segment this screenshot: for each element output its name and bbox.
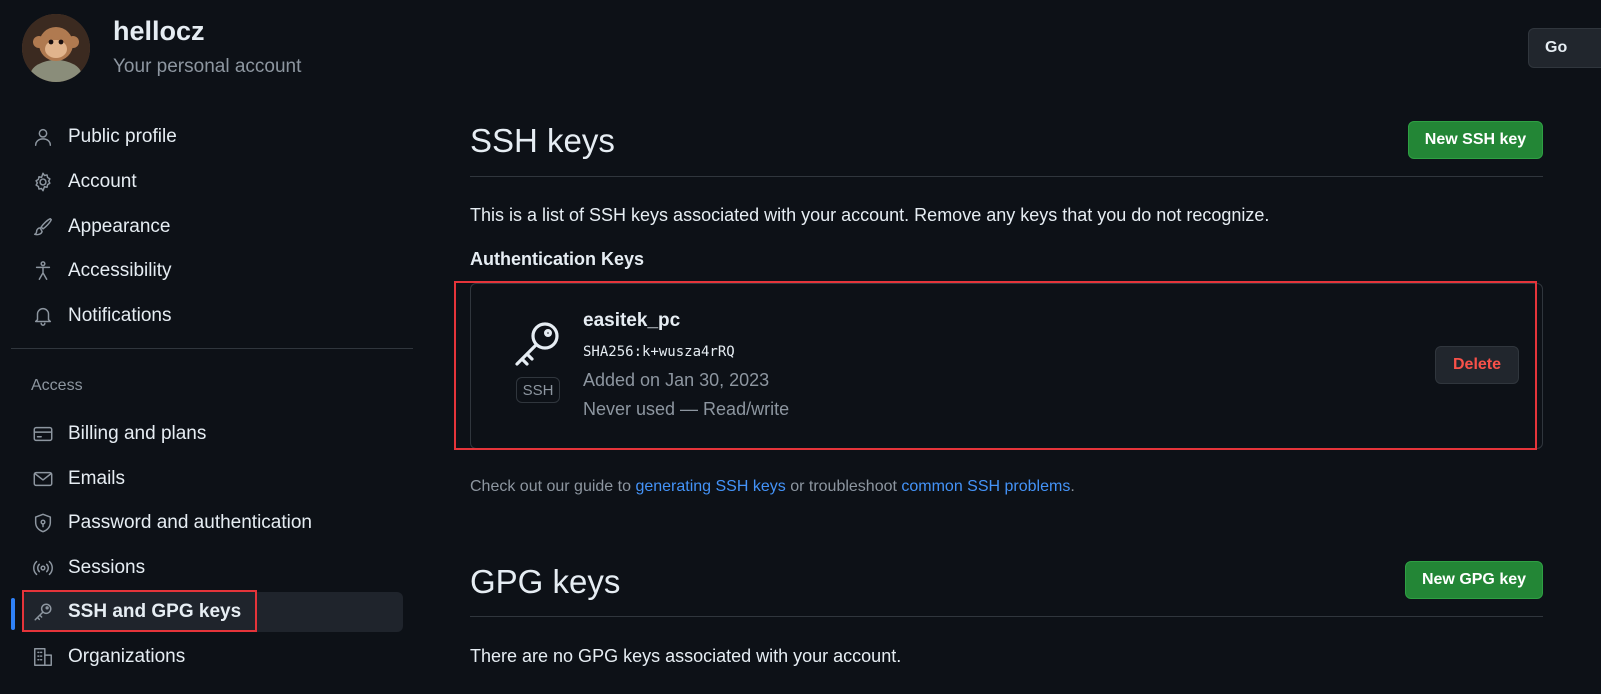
sidebar-section-access: Access — [31, 377, 83, 394]
sidebar-item-organizations[interactable]: Organizations — [22, 637, 412, 677]
ssh-description: This is a list of SSH keys associated wi… — [470, 205, 1270, 225]
sidebar-item-label: Notifications — [68, 305, 172, 326]
gpg-empty-message: There are no GPG keys associated with yo… — [470, 646, 902, 666]
sidebar-item-label: Billing and plans — [68, 423, 207, 444]
ssh-keys-heading: SSH keys — [470, 122, 615, 159]
bell-icon — [30, 303, 56, 329]
highlight-box-sidebar — [22, 590, 257, 632]
go-to-profile-button[interactable]: Go — [1528, 28, 1601, 68]
shield-lock-icon — [30, 510, 56, 536]
sidebar-item-label: Organizations — [68, 646, 186, 667]
ssh-guide-text: Check out our guide to generating SSH ke… — [470, 478, 1075, 496]
generating-ssh-keys-link[interactable]: generating SSH keys — [635, 478, 785, 495]
sidebar-divider — [11, 348, 413, 349]
guide-prefix: Check out our guide to — [470, 478, 636, 495]
common-ssh-problems-link[interactable]: common SSH problems — [901, 478, 1070, 495]
gpg-keys-heading: GPG keys — [470, 563, 621, 600]
sidebar-item-password-auth[interactable]: Password and authentication — [22, 503, 412, 543]
sidebar-item-label: Public profile — [68, 126, 177, 147]
sidebar-item-label: Sessions — [68, 557, 146, 578]
sidebar-item-label: Password and authentication — [68, 512, 312, 533]
sidebar-item-accessibility[interactable]: Accessibility — [22, 251, 412, 291]
sidebar-item-appearance[interactable]: Appearance — [22, 207, 412, 247]
monkey-avatar-icon — [22, 14, 90, 82]
new-gpg-key-button[interactable]: New GPG key — [1405, 561, 1543, 599]
sidebar-item-public-profile[interactable]: Public profile — [22, 117, 412, 157]
sidebar-item-notifications[interactable]: Notifications — [22, 296, 412, 336]
guide-middle: or troubleshoot — [785, 478, 902, 495]
guide-suffix: . — [1070, 478, 1075, 495]
new-ssh-key-button[interactable]: New SSH key — [1408, 121, 1543, 159]
sidebar-item-account[interactable]: Account — [22, 162, 412, 202]
person-icon — [30, 124, 56, 150]
sidebar-item-label: Appearance — [68, 216, 171, 237]
gear-icon — [30, 169, 56, 195]
sidebar-item-label: Account — [68, 171, 137, 192]
organization-icon — [30, 644, 56, 670]
accessibility-icon — [30, 258, 56, 284]
sidebar-item-emails[interactable]: Emails — [22, 459, 412, 499]
account-subtitle: Your personal account — [113, 56, 302, 77]
paintbrush-icon — [30, 214, 56, 240]
sidebar-item-label: Accessibility — [68, 260, 172, 281]
account-username: hellocz — [113, 16, 205, 46]
authentication-keys-heading: Authentication Keys — [470, 249, 645, 269]
credit-card-icon — [30, 421, 56, 447]
sidebar-item-sessions[interactable]: Sessions — [22, 548, 412, 588]
highlight-box-key — [454, 281, 1537, 450]
sidebar-item-billing[interactable]: Billing and plans — [22, 414, 412, 454]
active-indicator — [11, 598, 15, 630]
mail-icon — [30, 466, 56, 492]
ssh-heading-divider — [470, 176, 1543, 177]
avatar[interactable] — [22, 14, 90, 82]
gpg-heading-divider — [470, 616, 1543, 617]
broadcast-icon — [30, 555, 56, 581]
sidebar-item-label: Emails — [68, 468, 126, 489]
